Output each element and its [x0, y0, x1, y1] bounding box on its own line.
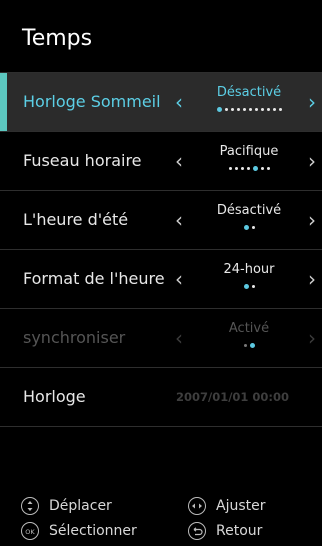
chevron-left-icon[interactable]: ‹ [175, 250, 183, 308]
chevron-right-icon: › [308, 326, 316, 350]
setting-value: 24-hour [223, 262, 275, 277]
chevron-right-icon[interactable]: › [308, 191, 316, 249]
hint-label: Déplacer [49, 498, 112, 514]
option-dot [254, 108, 258, 111]
option-dot-selected [252, 166, 258, 171]
setting-value: Pacifique [219, 144, 279, 159]
setting-value: Désactivé [216, 85, 282, 100]
setting-row-time-zone[interactable]: Fuseau horaire ‹ Pacifique › [0, 132, 322, 191]
setting-label: Fuseau horaire [23, 151, 142, 170]
option-dot [278, 108, 282, 111]
setting-row-daylight-saving[interactable]: L'heure d'été ‹ Désactivé › [0, 191, 322, 250]
setting-label: synchroniser [23, 328, 126, 347]
option-dot [236, 108, 240, 111]
setting-value: Activé [228, 321, 270, 336]
option-dot [246, 167, 250, 170]
settings-list: Horloge Sommeil ‹ Désactivé › Fuseau hor… [0, 72, 322, 427]
clock-value: 2007/01/01 00:00 [176, 390, 290, 404]
option-dot [260, 108, 264, 111]
option-dot [248, 108, 252, 111]
setting-row-synchronize: synchroniser ‹ Activé › [0, 309, 322, 368]
setting-value: Désactivé [216, 203, 282, 218]
option-indicator [190, 225, 308, 230]
hint-label: Retour [216, 523, 263, 539]
option-dot [266, 108, 270, 111]
option-dot [251, 285, 255, 288]
option-indicator [190, 284, 308, 289]
option-dot [230, 108, 234, 111]
svg-text:OK: OK [25, 528, 35, 536]
setting-label: Horloge [23, 387, 86, 406]
option-indicator [190, 343, 308, 348]
up-down-icon [21, 497, 39, 515]
setting-label: Horloge Sommeil [23, 92, 161, 111]
key-hints: Déplacer Ajuster OK Sélectionner Retour [0, 492, 322, 546]
chevron-left-icon[interactable]: ‹ [175, 132, 183, 190]
back-icon [188, 522, 206, 540]
page-title: Temps [22, 26, 93, 51]
option-dot-selected [243, 225, 249, 230]
option-dot [228, 167, 232, 170]
time-settings-panel: Temps Horloge Sommeil ‹ Désactivé › Fuse… [0, 0, 322, 546]
option-indicator [190, 166, 308, 171]
option-dot [234, 167, 238, 170]
option-dot [242, 108, 246, 111]
chevron-left-icon: ‹ [175, 326, 183, 350]
setting-label: L'heure d'été [23, 210, 129, 229]
ok-icon: OK [21, 522, 39, 540]
option-dot [266, 167, 270, 170]
chevron-right-icon[interactable]: › [308, 250, 316, 308]
option-dot [260, 167, 264, 170]
setting-row-time-format[interactable]: Format de l'heure ‹ 24-hour › [0, 250, 322, 309]
option-dot-selected [249, 343, 255, 348]
option-dot [240, 167, 244, 170]
option-dot-selected [216, 107, 222, 112]
option-dot [251, 226, 255, 229]
option-dot [224, 108, 228, 111]
chevron-left-icon[interactable]: ‹ [175, 73, 183, 131]
chevron-right-icon[interactable]: › [308, 73, 316, 131]
chevron-right-icon[interactable]: › [308, 132, 316, 190]
option-dot [243, 344, 247, 347]
option-dot [272, 108, 276, 111]
hint-label: Sélectionner [49, 523, 137, 539]
hint-label: Ajuster [216, 498, 266, 514]
setting-label: Format de l'heure [23, 269, 165, 288]
setting-row-sleep-timer[interactable]: Horloge Sommeil ‹ Désactivé › [0, 72, 322, 132]
option-indicator [190, 107, 308, 112]
option-dot-selected [243, 284, 249, 289]
chevron-left-icon[interactable]: ‹ [175, 191, 183, 249]
left-right-icon [188, 497, 206, 515]
setting-row-clock[interactable]: Horloge 2007/01/01 00:00 [0, 368, 322, 427]
